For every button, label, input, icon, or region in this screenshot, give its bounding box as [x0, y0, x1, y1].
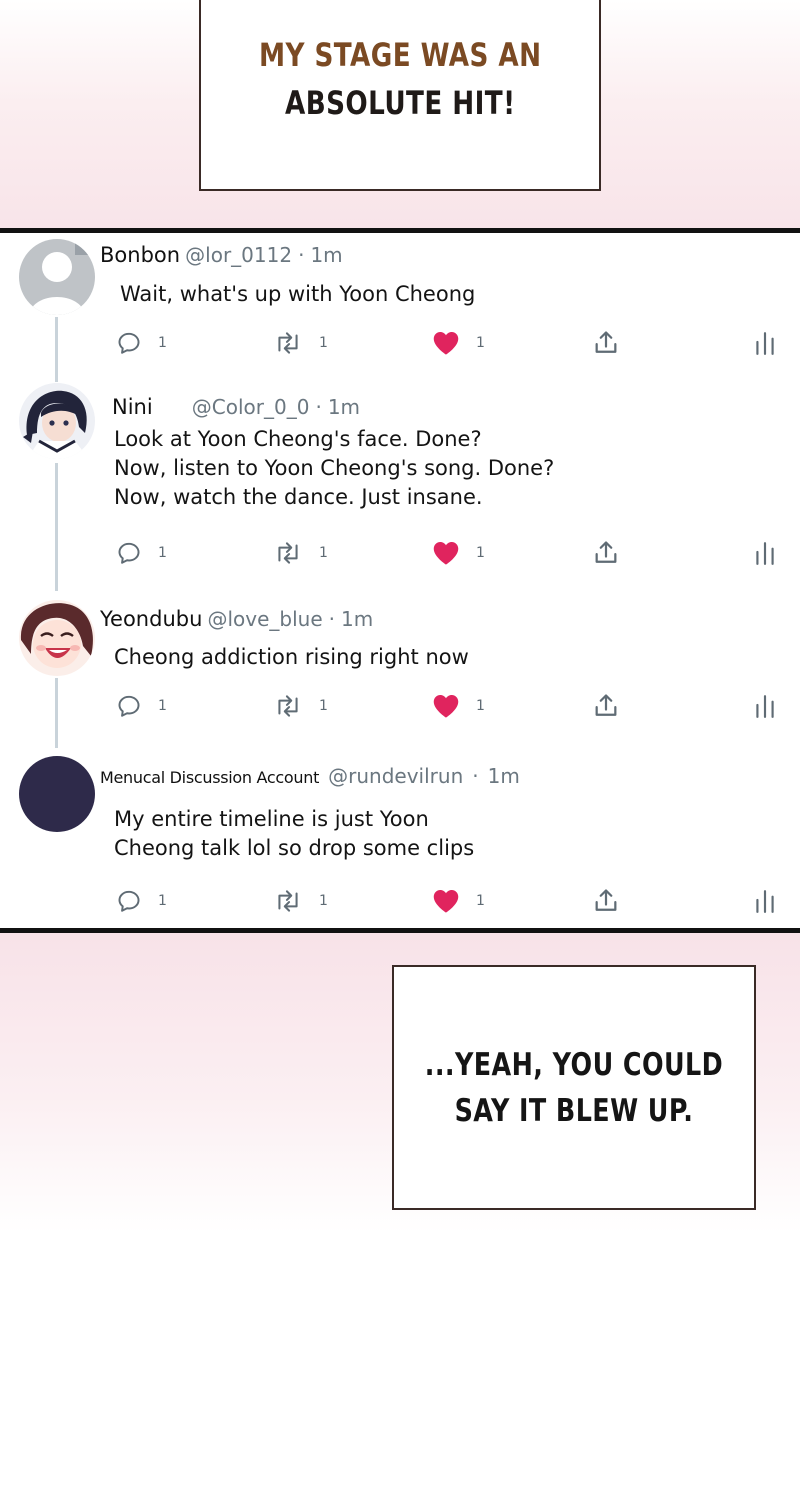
retweet-button[interactable]: 1 [273, 884, 328, 918]
caption-text-top: MY STAGE WAS AN ABSOLUTE HIT! [259, 31, 541, 127]
heart-icon [433, 542, 459, 565]
tweet-actions: 1 1 1 [0, 884, 800, 918]
avatar[interactable] [19, 600, 95, 676]
like-count: 1 [476, 335, 485, 351]
separator-dot: · [328, 607, 336, 631]
reply-button[interactable]: 1 [116, 326, 167, 360]
thread-line [55, 463, 58, 591]
reply-button[interactable]: 1 [116, 884, 167, 918]
caption-top-line2: ABSOLUTE HIT! [284, 83, 516, 122]
retweet-icon [278, 332, 298, 354]
reply-button[interactable]: 1 [116, 689, 167, 723]
author-name[interactable]: Nini [112, 395, 153, 419]
author-handle[interactable]: @lor_0112 [185, 243, 292, 267]
share-icon [595, 694, 617, 716]
caption-bottom-line2: SAY IT BLEW UP. [454, 1092, 694, 1129]
analytics-icon [756, 332, 774, 355]
tweet-text: Look at Yoon Cheong's face. Done? Now, l… [114, 427, 555, 509]
share-button[interactable] [592, 536, 620, 570]
like-count: 1 [476, 893, 485, 909]
retweet-count: 1 [319, 545, 328, 561]
tweet-text: Cheong addiction rising right now [114, 645, 469, 669]
share-button[interactable] [592, 884, 620, 918]
separator-dot: · [472, 764, 479, 788]
tweet-header: Bonbon @lor_0112 · 1m [100, 243, 343, 267]
timestamp[interactable]: 1m [310, 243, 342, 267]
reply-icon [118, 332, 140, 354]
tweet-actions: 1 1 1 [0, 326, 800, 360]
analytics-button[interactable] [754, 536, 776, 570]
author-name[interactable]: Bonbon [100, 243, 180, 267]
reply-icon [118, 695, 140, 717]
caption-box-top: MY STAGE WAS AN ABSOLUTE HIT! [199, 0, 601, 191]
retweet-button[interactable]: 1 [273, 536, 328, 570]
caption-box-bottom: ...YEAH, YOU COULD SAY IT BLEW UP. [392, 965, 756, 1210]
caption-top-line1: MY STAGE WAS AN [258, 35, 542, 74]
reply-count: 1 [158, 335, 167, 351]
avatar[interactable] [19, 239, 95, 315]
tweet-header: Yeondubu @love_blue · 1m [100, 607, 373, 631]
like-button[interactable]: 1 [432, 326, 485, 360]
heart-icon [433, 695, 459, 718]
author-handle[interactable]: @love_blue [208, 607, 323, 631]
avatar[interactable] [19, 756, 95, 832]
retweet-button[interactable]: 1 [273, 689, 328, 723]
caption-text-bottom: ...YEAH, YOU COULD SAY IT BLEW UP. [425, 1042, 723, 1134]
separator-dot: · [298, 243, 305, 267]
reply-icon [118, 542, 140, 564]
author-handle[interactable]: @Color_0_0 [192, 395, 310, 419]
reply-count: 1 [158, 545, 167, 561]
retweet-icon [278, 890, 298, 912]
author-name[interactable]: Yeondubu [100, 607, 202, 631]
timestamp[interactable]: 1m [328, 395, 360, 419]
retweet-count: 1 [319, 893, 328, 909]
tweet-text: My entire timeline is just Yoon Cheong t… [114, 807, 475, 860]
author-name[interactable]: Menucal Discussion Account [100, 768, 319, 787]
like-button[interactable]: 1 [432, 689, 485, 723]
share-button[interactable] [592, 326, 620, 360]
tweet-header: Nini @Color_0_0 · 1m [112, 395, 360, 419]
avatar[interactable] [19, 383, 95, 459]
caption-bottom-line1: ...YEAH, YOU COULD [424, 1046, 724, 1083]
tweet-header: Menucal Discussion Account @rundevilrun ·… [100, 764, 520, 788]
retweet-count: 1 [319, 335, 328, 351]
retweet-icon [278, 695, 298, 717]
retweet-icon [278, 542, 298, 564]
like-button[interactable]: 1 [432, 884, 485, 918]
analytics-icon [756, 890, 774, 913]
like-count: 1 [476, 545, 485, 561]
reply-count: 1 [158, 893, 167, 909]
share-button[interactable] [592, 689, 620, 723]
tweet-feed: Bonbon @lor_0112 · 1m Wait, what's up with… [0, 228, 800, 933]
heart-icon [433, 890, 459, 913]
heart-icon [433, 332, 459, 355]
like-button[interactable]: 1 [432, 536, 485, 570]
analytics-icon [756, 542, 774, 565]
analytics-button[interactable] [754, 689, 776, 723]
share-icon [595, 541, 617, 563]
tweet-actions: 1 1 1 [0, 536, 800, 570]
timestamp[interactable]: 1m [488, 764, 520, 788]
like-count: 1 [476, 698, 485, 714]
retweet-button[interactable]: 1 [273, 326, 328, 360]
reply-icon [118, 890, 140, 912]
share-icon [595, 889, 617, 911]
analytics-icon [756, 695, 774, 718]
share-icon [595, 331, 617, 353]
analytics-button[interactable] [754, 326, 776, 360]
tweet-actions: 1 1 1 [0, 689, 800, 723]
author-handle[interactable]: @rundevilrun [328, 764, 463, 788]
separator-dot: · [315, 395, 322, 419]
retweet-count: 1 [319, 698, 328, 714]
reply-count: 1 [158, 698, 167, 714]
analytics-button[interactable] [754, 884, 776, 918]
timestamp[interactable]: 1m [341, 607, 373, 631]
tweet-text: Wait, what's up with Yoon Cheong [120, 282, 476, 306]
reply-button[interactable]: 1 [116, 536, 167, 570]
